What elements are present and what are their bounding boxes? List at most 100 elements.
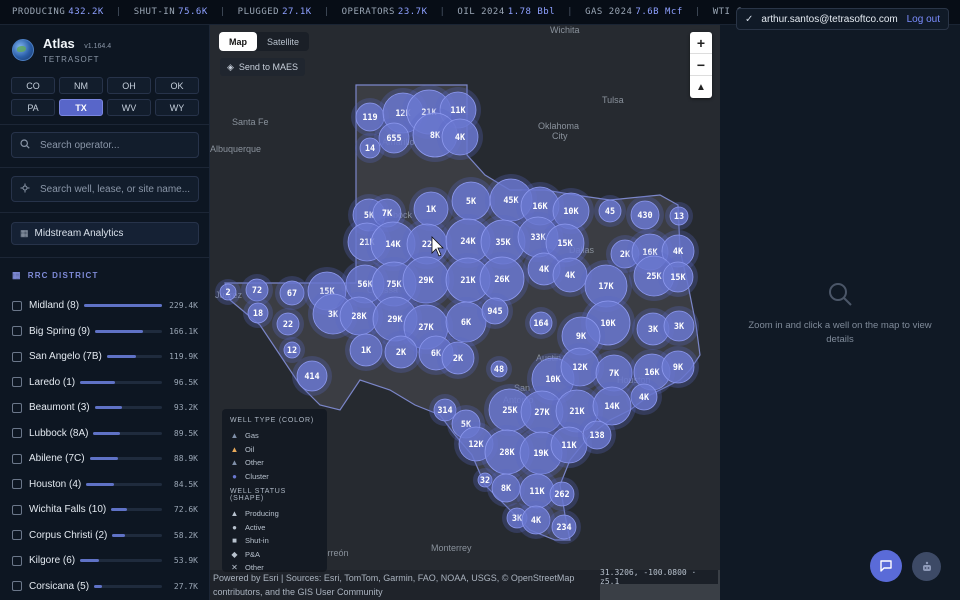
send-to-maes-button[interactable]: ◈ Send to MAES [220,58,305,76]
district-count: 89.5K [173,428,198,438]
district-bar-fill [86,482,115,486]
app-version: v1.164.4 [84,43,112,50]
state-button-oh[interactable]: OH [107,77,151,94]
legend-status-item: ■ Shut-in [230,534,319,548]
logout-link[interactable]: Log out [907,14,940,25]
district-row[interactable]: Houston (4) 84.5K [12,472,198,498]
midstream-analytics-button[interactable]: ▦ Midstream Analytics [11,222,199,245]
district-row[interactable]: Corsicana (5) 27.7K [12,574,198,600]
state-button-co[interactable]: CO [11,77,55,94]
district-checkbox[interactable] [12,428,22,439]
assistant-button[interactable] [912,552,941,581]
district-checkbox[interactable] [12,326,22,337]
legend-type-item: ▲ Oil [230,443,319,457]
well-search[interactable] [11,176,199,202]
cluster-count-label: 22 [422,240,432,250]
district-bar [80,559,162,563]
cluster-count-label: 2K [396,348,407,358]
district-row[interactable]: Abilene (7C) 88.9K [12,446,198,472]
send-to-maes-label: Send to MAES [238,62,298,72]
zoom-in-button[interactable]: + [690,32,712,54]
cluster-count-label: 10K [563,207,579,217]
cluster-count-label: 4K [639,393,650,403]
district-checkbox[interactable] [12,504,22,515]
district-row[interactable]: Kilgore (6) 53.9K [12,548,198,574]
ticker-value: 27.1K [282,7,312,17]
zoom-out-button[interactable]: − [690,54,712,76]
user-email: arthur.santos@tetrasoftco.com [761,13,898,25]
district-bar [106,355,162,359]
district-checkbox[interactable] [12,530,22,541]
details-empty-message: Zoom in and click a well on the map to v… [748,320,932,345]
district-row[interactable]: Big Spring (9) 166.1K [12,319,198,345]
district-row[interactable]: Midland (8) 229.4K [12,293,198,319]
cluster-count-label: 24K [460,237,476,247]
district-bar [111,508,162,512]
cluster-count-label: 9K [576,332,587,342]
district-checkbox[interactable] [12,300,22,311]
district-checkbox[interactable] [12,479,22,490]
district-row[interactable]: Wichita Falls (10) 72.6K [12,497,198,523]
cluster-count-label: 14K [604,402,620,412]
district-checkbox[interactable] [12,453,22,464]
tab-satellite[interactable]: Satellite [257,32,309,51]
district-count: 93.2K [173,403,198,413]
divider [0,167,210,168]
district-checkbox[interactable] [12,581,22,592]
compass-button[interactable]: ▲ [690,76,712,98]
cluster-count-label: 14K [385,240,401,250]
robot-icon [922,561,931,571]
state-button-nm[interactable]: NM [59,77,103,94]
legend-label: Gas [245,431,259,441]
tab-map[interactable]: Map [219,32,257,51]
district-bar [86,482,162,486]
operator-search[interactable] [11,132,199,158]
cluster-count-label: 12 [287,346,297,356]
cluster-count-label: 15K [557,239,573,249]
operator-search-input[interactable] [40,139,190,151]
legend-label: P&A [245,549,261,559]
app-name: Atlas [43,36,75,51]
cluster-count-label: 16K [532,202,548,212]
globe-logo-icon [12,38,34,61]
state-button-wv[interactable]: WV [107,99,151,116]
place-label: City [552,131,568,141]
legend-type-item: ▲ Other [230,456,319,470]
district-count: 229.4K [169,301,198,311]
legend-shape-icon: ■ [232,536,237,546]
district-bar [95,329,162,333]
state-button-tx[interactable]: TX [59,99,103,116]
district-checkbox[interactable] [12,377,22,388]
district-count: 53.9K [173,556,198,566]
cluster-count-label: 655 [386,134,401,144]
district-row[interactable]: Corpus Christi (2) 58.2K [12,523,198,549]
district-bar-fill [95,329,144,333]
district-row[interactable]: Beaumont (3) 93.2K [12,395,198,421]
district-bar-fill [80,380,115,384]
place-label: Tulsa [602,95,624,105]
district-bar [89,457,162,461]
well-search-input[interactable] [40,183,190,195]
state-button-pa[interactable]: PA [11,99,55,116]
district-checkbox[interactable] [12,351,22,362]
cluster-count-label: 1K [426,205,437,215]
district-checkbox[interactable] [12,402,22,413]
cluster-count-label: 21K [460,276,476,286]
district-checkbox[interactable] [12,555,22,566]
state-button-ok[interactable]: OK [155,77,199,94]
well-type-heading: WELL TYPE (COLOR) [230,417,315,424]
map-view[interactable]: Wichita Tulsa Santa Fe Oklahoma City Albuquer… [210,25,720,600]
search-icon [20,138,32,152]
state-button-wy[interactable]: WY [155,99,199,116]
target-icon [20,183,32,196]
district-row[interactable]: Lubbock (8A) 89.5K [12,421,198,447]
district-name: Abilene (7C) [29,453,85,465]
district-row[interactable]: Laredo (1) 96.5K [12,370,198,396]
district-row[interactable]: San Angelo (7B) 119.9K [12,344,198,370]
chat-button[interactable] [870,550,902,582]
ticker-value: 1.78 Bbl [507,7,556,17]
ticker-item: OPERATORS 23.7K [330,7,440,17]
ticker-item: PRODUCING 432.2K [0,7,116,17]
legend-status-item: ● Active [230,521,319,535]
legend-symbol-icon: ▲ [230,431,239,441]
